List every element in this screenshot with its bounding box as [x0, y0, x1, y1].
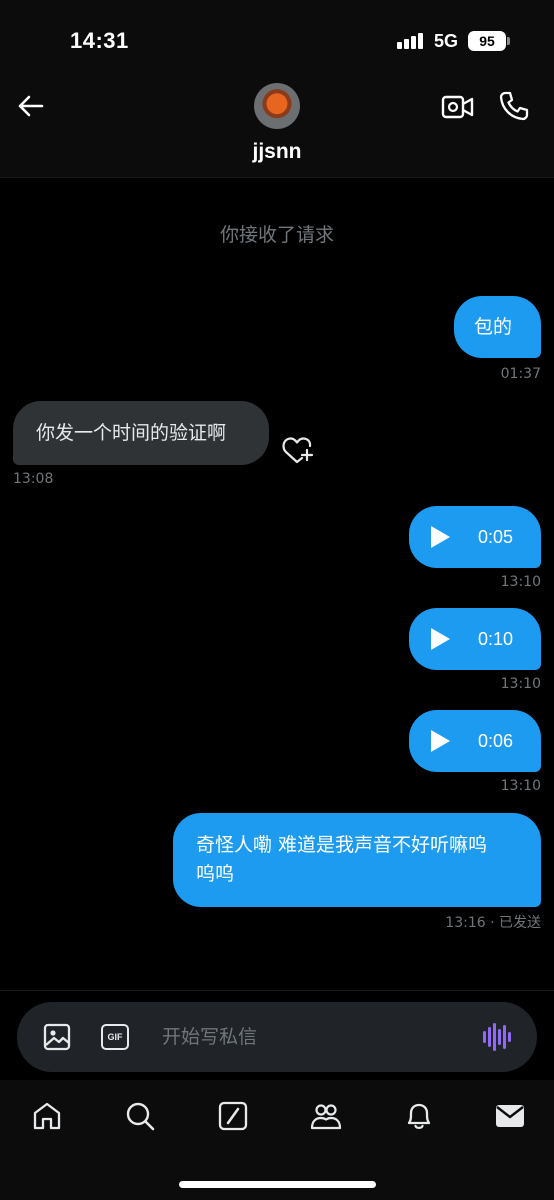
react-button[interactable]	[282, 434, 314, 464]
play-icon[interactable]	[431, 628, 450, 650]
message-bubble-outgoing[interactable]: 包的	[454, 296, 541, 358]
nav-search-button[interactable]	[124, 1100, 156, 1132]
heart-plus-icon	[282, 437, 314, 464]
message-bubble-incoming[interactable]: 你发一个时间的验证啊	[13, 401, 269, 465]
nav-home-button[interactable]	[31, 1100, 63, 1132]
message-text-line: 呜呜	[196, 863, 235, 885]
home-indicator	[179, 1181, 376, 1188]
message-timestamp: 01:37	[500, 366, 541, 382]
message-timestamp-status: 13:16 · 已发送	[445, 915, 541, 931]
phone-icon	[499, 91, 529, 121]
communities-icon	[310, 1104, 342, 1130]
system-message: 你接收了请求	[219, 224, 334, 246]
nav-grok-button[interactable]	[217, 1100, 249, 1132]
nav-notifications-button[interactable]	[403, 1100, 435, 1132]
status-time: 14:31	[70, 28, 129, 53]
battery-tip	[507, 37, 510, 45]
home-icon	[33, 1102, 61, 1130]
back-button[interactable]	[12, 88, 48, 124]
avatar[interactable]	[254, 83, 300, 129]
add-image-button[interactable]	[43, 1023, 71, 1051]
network-type: 5G	[434, 31, 459, 51]
message-text-line: 奇怪人嘞 难道是我声音不好听嘛呜	[196, 834, 488, 856]
voice-message-bubble[interactable]: 0:10	[409, 608, 541, 670]
message-timestamp: 13:10	[500, 778, 541, 794]
voice-call-button[interactable]	[498, 90, 530, 122]
grok-icon	[218, 1101, 248, 1131]
voice-duration: 0:06	[477, 730, 513, 751]
voice-message-bubble[interactable]: 0:05	[409, 506, 541, 568]
message-timestamp: 13:08	[13, 471, 54, 487]
nav-messages-button[interactable]	[494, 1100, 526, 1132]
notifications-icon	[407, 1103, 431, 1130]
voice-record-button[interactable]	[483, 1023, 511, 1051]
gif-button[interactable]: GIF	[101, 1024, 129, 1050]
signal-strength-icon	[397, 33, 425, 49]
message-timestamp: 13:10	[500, 574, 541, 590]
message-composer: GIF	[17, 1002, 537, 1072]
message-text: 你发一个时间的验证啊	[36, 421, 227, 444]
search-icon	[126, 1102, 155, 1131]
status-bar: 14:31 5G 95	[0, 0, 554, 80]
voice-duration: 0:10	[477, 628, 513, 649]
messages-icon	[496, 1105, 524, 1127]
message-bubble-outgoing[interactable]: 奇怪人嘞 难道是我声音不好听嘛呜 呜呜	[173, 813, 541, 907]
voice-duration: 0:05	[477, 526, 513, 547]
arrow-left-icon	[18, 95, 44, 117]
battery-indicator: 95	[468, 31, 506, 51]
chat-username[interactable]: jjsnn	[0, 140, 554, 164]
video-camera-icon	[441, 95, 474, 119]
video-call-button[interactable]	[441, 92, 475, 122]
message-timestamp: 13:10	[500, 676, 541, 692]
voice-message-bubble[interactable]: 0:06	[409, 710, 541, 772]
nav-communities-button[interactable]	[310, 1100, 342, 1132]
image-icon	[43, 1023, 71, 1051]
play-icon[interactable]	[431, 730, 450, 752]
message-text: 包的	[474, 315, 513, 338]
play-icon[interactable]	[431, 526, 450, 548]
message-input[interactable]	[162, 1022, 462, 1052]
